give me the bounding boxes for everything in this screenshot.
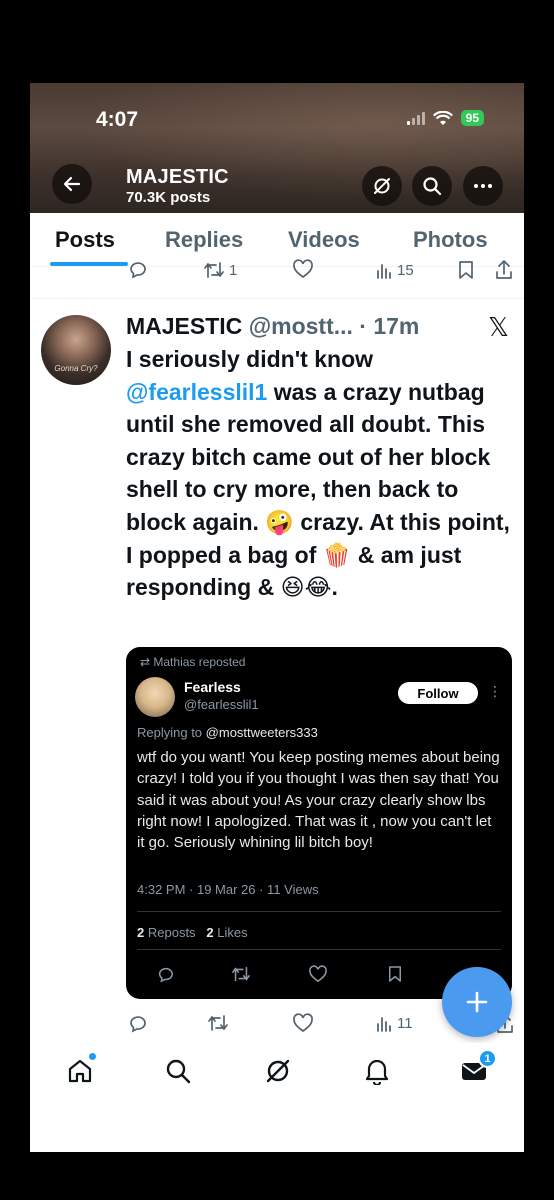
reply-icon — [130, 262, 146, 279]
search-button[interactable] — [412, 166, 452, 206]
embedded-reposts-count: 2 — [137, 925, 145, 940]
reply-icon — [130, 1016, 146, 1033]
like-icon — [293, 259, 313, 279]
previous-tweet-actions: 1 15 — [30, 259, 524, 299]
x-logo-icon: 𝕏 — [488, 312, 509, 342]
back-arrow-icon — [63, 176, 81, 192]
nav-messages[interactable]: 1 — [458, 1049, 497, 1087]
reposted-by-label: Mathias reposted — [153, 655, 246, 669]
profile-name: MAJESTIC — [126, 166, 229, 188]
bookmark-button[interactable] — [458, 260, 474, 280]
tab-posts[interactable]: Posts — [55, 227, 115, 253]
tweet-text-end: was a crazy nutbag until she removed all… — [126, 378, 510, 601]
reply-button[interactable] — [127, 259, 147, 279]
search-icon — [423, 177, 442, 196]
signal-icon — [406, 111, 425, 125]
embedded-like-icon — [309, 965, 327, 983]
search-icon — [166, 1059, 191, 1084]
repost-count: 1 — [229, 261, 238, 279]
embedded-likes-label: Likes — [217, 925, 248, 940]
views-icon — [377, 264, 391, 279]
like-button[interactable] — [292, 259, 314, 279]
bookmark-icon — [459, 261, 473, 279]
battery-level: 95 — [460, 110, 484, 126]
home-unread-dot — [89, 1053, 96, 1060]
tab-replies[interactable]: Replies — [165, 227, 243, 253]
more-options-button[interactable] — [463, 166, 503, 206]
profile-header: 4:07 95 MAJESTIC 70.3K posts — [30, 83, 524, 213]
embedded-avatar — [135, 677, 175, 717]
share-icon — [496, 260, 512, 279]
repost-button[interactable] — [207, 1014, 229, 1032]
embedded-author-handle: @fearlesslil1 — [184, 697, 259, 712]
embedded-reposts-label: Reposts — [147, 925, 196, 940]
grok-button[interactable] — [362, 166, 402, 206]
plus-icon — [466, 991, 488, 1013]
messages-badge: 1 — [478, 1049, 497, 1068]
tweet-header: MAJESTIC @mostt... · 17m — [126, 313, 419, 340]
grok-icon — [266, 1059, 290, 1083]
views-button[interactable]: 15 — [375, 261, 414, 279]
embedded-author-name: Fearless — [184, 679, 241, 695]
views-button[interactable]: 11 — [375, 1014, 413, 1032]
tab-photos[interactable]: Photos — [413, 227, 488, 253]
back-button[interactable] — [52, 164, 92, 204]
nav-notifications[interactable] — [361, 1055, 393, 1087]
views-count: 11 — [397, 1014, 413, 1032]
embedded-more-icon: ⋮ — [488, 683, 502, 699]
author-avatar[interactable]: Gonna Cry? — [41, 315, 111, 385]
home-icon — [68, 1059, 92, 1083]
tweet-text: I seriously didn't know @fearlesslil1 wa… — [126, 343, 518, 604]
embedded-follow-button: Follow — [398, 682, 478, 704]
replying-label: Replying to — [137, 725, 203, 740]
phone-screen: 4:07 95 MAJESTIC 70.3K posts Posts Repli… — [30, 83, 524, 1152]
tweet-time: · 17m — [352, 313, 420, 339]
status-time: 4:07 — [96, 108, 139, 131]
like-icon — [293, 1013, 313, 1033]
views-count: 15 — [397, 261, 414, 279]
tweet-text-start: I seriously didn't know — [126, 346, 374, 372]
nav-search[interactable] — [162, 1055, 194, 1087]
compose-button[interactable] — [442, 967, 512, 1037]
grok-icon — [374, 178, 390, 194]
embedded-divider-2 — [137, 949, 501, 950]
embedded-divider — [137, 911, 501, 912]
tweet-author-handle[interactable]: @mostt... — [249, 313, 353, 339]
nav-grok[interactable] — [262, 1055, 294, 1087]
embedded-likes-count: 2 — [206, 925, 214, 940]
tab-videos[interactable]: Videos — [288, 227, 360, 253]
repost-icon — [204, 262, 224, 278]
embedded-meta: 4:32 PM · 19 Mar 26 · 11 Views — [137, 882, 319, 897]
embedded-replying-to: Replying to @mosttweeters333 — [137, 725, 318, 740]
embedded-reply-icon — [158, 967, 173, 983]
share-button[interactable] — [495, 260, 513, 280]
like-button[interactable] — [292, 1013, 314, 1033]
mention-link[interactable]: @fearlesslil1 — [126, 379, 267, 405]
views-icon — [377, 1017, 391, 1032]
bottom-navigation: 1 — [30, 1043, 524, 1103]
embedded-tweet-text: wtf do you want! You keep posting memes … — [137, 749, 500, 852]
repost-button[interactable]: 1 — [203, 261, 237, 279]
embedded-stats: 2 Reposts 2 Likes — [137, 925, 248, 940]
nav-home[interactable] — [64, 1053, 96, 1087]
more-icon — [474, 184, 492, 188]
embedded-repost-icon — [232, 966, 250, 982]
post-count: 70.3K posts — [126, 189, 211, 206]
wifi-icon — [432, 110, 453, 125]
notifications-icon — [365, 1059, 389, 1085]
replying-handle: @mosttweeters333 — [205, 725, 318, 740]
avatar-caption: Gonna Cry? — [54, 364, 98, 373]
status-icons: 95 — [406, 110, 484, 126]
repost-icon — [208, 1015, 228, 1031]
profile-tabs: Posts Replies Videos Photos — [30, 213, 524, 267]
reposted-by: ⇄ Mathias reposted — [140, 655, 246, 669]
tweet-author-name[interactable]: MAJESTIC — [126, 313, 242, 339]
reply-button[interactable] — [127, 1013, 147, 1033]
embedded-tweet-image[interactable]: ⇄ Mathias reposted Fearless @fearlesslil… — [126, 647, 512, 999]
embedded-bookmark-icon — [389, 966, 401, 982]
